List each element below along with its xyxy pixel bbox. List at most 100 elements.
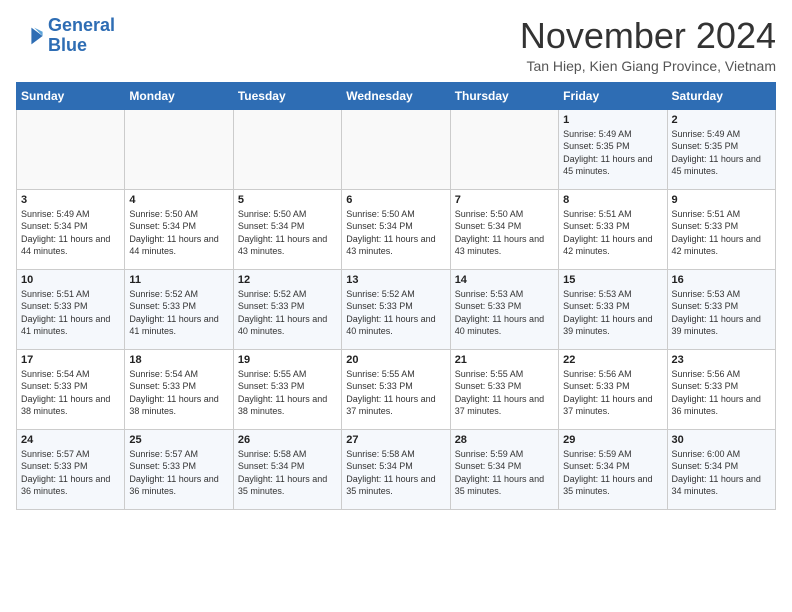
- day-number: 6: [346, 194, 445, 206]
- day-info: Sunrise: 5:51 AMSunset: 5:33 PMDaylight:…: [21, 288, 120, 338]
- day-cell: 4 Sunrise: 5:50 AMSunset: 5:34 PMDaylight…: [125, 189, 233, 269]
- day-cell: 9 Sunrise: 5:51 AMSunset: 5:33 PMDaylight…: [667, 189, 775, 269]
- day-info: Sunrise: 5:59 AMSunset: 5:34 PMDaylight:…: [455, 448, 554, 498]
- day-number: 5: [238, 194, 337, 206]
- day-number: 1: [563, 114, 662, 126]
- day-cell: 7 Sunrise: 5:50 AMSunset: 5:34 PMDaylight…: [450, 189, 558, 269]
- day-info: Sunrise: 5:52 AMSunset: 5:33 PMDaylight:…: [238, 288, 337, 338]
- day-info: Sunrise: 5:57 AMSunset: 5:33 PMDaylight:…: [21, 448, 120, 498]
- day-cell: [17, 109, 125, 189]
- day-info: Sunrise: 5:58 AMSunset: 5:34 PMDaylight:…: [346, 448, 445, 498]
- day-number: 4: [129, 194, 228, 206]
- logo-line2: Blue: [48, 35, 87, 55]
- day-number: 26: [238, 434, 337, 446]
- day-cell: 2 Sunrise: 5:49 AMSunset: 5:35 PMDaylight…: [667, 109, 775, 189]
- day-info: Sunrise: 5:49 AMSunset: 5:34 PMDaylight:…: [21, 208, 120, 258]
- day-info: Sunrise: 5:54 AMSunset: 5:33 PMDaylight:…: [129, 368, 228, 418]
- header-tuesday: Tuesday: [233, 82, 341, 109]
- header-saturday: Saturday: [667, 82, 775, 109]
- day-number: 2: [672, 114, 771, 126]
- day-number: 24: [21, 434, 120, 446]
- day-info: Sunrise: 5:49 AMSunset: 5:35 PMDaylight:…: [563, 128, 662, 178]
- day-cell: [125, 109, 233, 189]
- logo-text: General Blue: [48, 16, 115, 56]
- title-block: November 2024 Tan Hiep, Kien Giang Provi…: [520, 16, 776, 74]
- day-cell: 30 Sunrise: 6:00 AMSunset: 5:34 PMDayligh…: [667, 429, 775, 509]
- day-info: Sunrise: 5:56 AMSunset: 5:33 PMDaylight:…: [563, 368, 662, 418]
- day-cell: 17Sunrise: 5:54 AMSunset: 5:33 PMDayligh…: [17, 349, 125, 429]
- day-cell: [450, 109, 558, 189]
- day-number: 19: [238, 354, 337, 366]
- day-number: 13: [346, 274, 445, 286]
- week-row-2: 3Sunrise: 5:49 AMSunset: 5:34 PMDaylight…: [17, 189, 776, 269]
- day-number: 10: [21, 274, 120, 286]
- day-number: 11: [129, 274, 228, 286]
- day-info: Sunrise: 5:50 AMSunset: 5:34 PMDaylight:…: [346, 208, 445, 258]
- day-number: 12: [238, 274, 337, 286]
- header-row: SundayMondayTuesdayWednesdayThursdayFrid…: [17, 82, 776, 109]
- day-cell: 22 Sunrise: 5:56 AMSunset: 5:33 PMDayligh…: [559, 349, 667, 429]
- day-number: 20: [346, 354, 445, 366]
- day-cell: 29Sunrise: 5:59 AMSunset: 5:34 PMDayligh…: [559, 429, 667, 509]
- day-cell: [233, 109, 341, 189]
- day-info: Sunrise: 6:00 AMSunset: 5:34 PMDaylight:…: [672, 448, 771, 498]
- day-info: Sunrise: 5:50 AMSunset: 5:34 PMDaylight:…: [238, 208, 337, 258]
- day-cell: 5 Sunrise: 5:50 AMSunset: 5:34 PMDaylight…: [233, 189, 341, 269]
- day-info: Sunrise: 5:49 AMSunset: 5:35 PMDaylight:…: [672, 128, 771, 178]
- day-info: Sunrise: 5:55 AMSunset: 5:33 PMDaylight:…: [238, 368, 337, 418]
- day-cell: 13 Sunrise: 5:52 AMSunset: 5:33 PMDayligh…: [342, 269, 450, 349]
- day-cell: 20 Sunrise: 5:55 AMSunset: 5:33 PMDayligh…: [342, 349, 450, 429]
- day-cell: 28Sunrise: 5:59 AMSunset: 5:34 PMDayligh…: [450, 429, 558, 509]
- day-number: 15: [563, 274, 662, 286]
- day-info: Sunrise: 5:53 AMSunset: 5:33 PMDaylight:…: [563, 288, 662, 338]
- header-thursday: Thursday: [450, 82, 558, 109]
- day-number: 16: [672, 274, 771, 286]
- week-row-5: 24 Sunrise: 5:57 AMSunset: 5:33 PMDayligh…: [17, 429, 776, 509]
- header-sunday: Sunday: [17, 82, 125, 109]
- day-info: Sunrise: 5:55 AMSunset: 5:33 PMDaylight:…: [455, 368, 554, 418]
- day-info: Sunrise: 5:57 AMSunset: 5:33 PMDaylight:…: [129, 448, 228, 498]
- day-number: 27: [346, 434, 445, 446]
- logo: General Blue: [16, 16, 115, 56]
- day-info: Sunrise: 5:51 AMSunset: 5:33 PMDaylight:…: [563, 208, 662, 258]
- day-number: 7: [455, 194, 554, 206]
- day-number: 25: [129, 434, 228, 446]
- header-wednesday: Wednesday: [342, 82, 450, 109]
- day-info: Sunrise: 5:52 AMSunset: 5:33 PMDaylight:…: [129, 288, 228, 338]
- day-number: 8: [563, 194, 662, 206]
- day-cell: 16Sunrise: 5:53 AMSunset: 5:33 PMDayligh…: [667, 269, 775, 349]
- day-info: Sunrise: 5:51 AMSunset: 5:33 PMDaylight:…: [672, 208, 771, 258]
- day-number: 21: [455, 354, 554, 366]
- day-info: Sunrise: 5:55 AMSunset: 5:33 PMDaylight:…: [346, 368, 445, 418]
- calendar-table: SundayMondayTuesdayWednesdayThursdayFrid…: [16, 82, 776, 510]
- day-cell: 26 Sunrise: 5:58 AMSunset: 5:34 PMDayligh…: [233, 429, 341, 509]
- day-cell: [342, 109, 450, 189]
- day-info: Sunrise: 5:50 AMSunset: 5:34 PMDaylight:…: [455, 208, 554, 258]
- day-number: 22: [563, 354, 662, 366]
- day-cell: 21 Sunrise: 5:55 AMSunset: 5:33 PMDayligh…: [450, 349, 558, 429]
- day-info: Sunrise: 5:50 AMSunset: 5:34 PMDaylight:…: [129, 208, 228, 258]
- page-header: General Blue November 2024 Tan Hiep, Kie…: [16, 16, 776, 74]
- day-info: Sunrise: 5:53 AMSunset: 5:33 PMDaylight:…: [455, 288, 554, 338]
- logo-icon: [16, 22, 44, 50]
- day-info: Sunrise: 5:52 AMSunset: 5:33 PMDaylight:…: [346, 288, 445, 338]
- day-number: 18: [129, 354, 228, 366]
- day-cell: 18 Sunrise: 5:54 AMSunset: 5:33 PMDayligh…: [125, 349, 233, 429]
- day-cell: 25 Sunrise: 5:57 AMSunset: 5:33 PMDayligh…: [125, 429, 233, 509]
- week-row-1: 1 Sunrise: 5:49 AMSunset: 5:35 PMDaylight…: [17, 109, 776, 189]
- day-cell: 11 Sunrise: 5:52 AMSunset: 5:33 PMDayligh…: [125, 269, 233, 349]
- day-cell: 23 Sunrise: 5:56 AMSunset: 5:33 PMDayligh…: [667, 349, 775, 429]
- day-number: 30: [672, 434, 771, 446]
- week-row-4: 17 Sunrise: 5:54 AMSunset: 5:33 PMDayligh…: [17, 349, 776, 429]
- day-info: Sunrise: 5:58 AMSunset: 5:34 PMDaylight:…: [238, 448, 337, 498]
- day-cell: 27 Sunrise: 5:58 AMSunset: 5:34 PMDayligh…: [342, 429, 450, 509]
- day-number: 23: [672, 354, 771, 366]
- day-cell: 12 Sunrise: 5:52 AMSunset: 5:33 PMDayligh…: [233, 269, 341, 349]
- day-number: 9: [672, 194, 771, 206]
- day-number: 17: [21, 354, 120, 366]
- day-number: 14: [455, 274, 554, 286]
- month-title: November 2024: [520, 16, 776, 56]
- day-info: Sunrise: 5:56 AMSunset: 5:33 PMDaylight:…: [672, 368, 771, 418]
- header-monday: Monday: [125, 82, 233, 109]
- day-cell: 3Sunrise: 5:49 AMSunset: 5:34 PMDaylight…: [17, 189, 125, 269]
